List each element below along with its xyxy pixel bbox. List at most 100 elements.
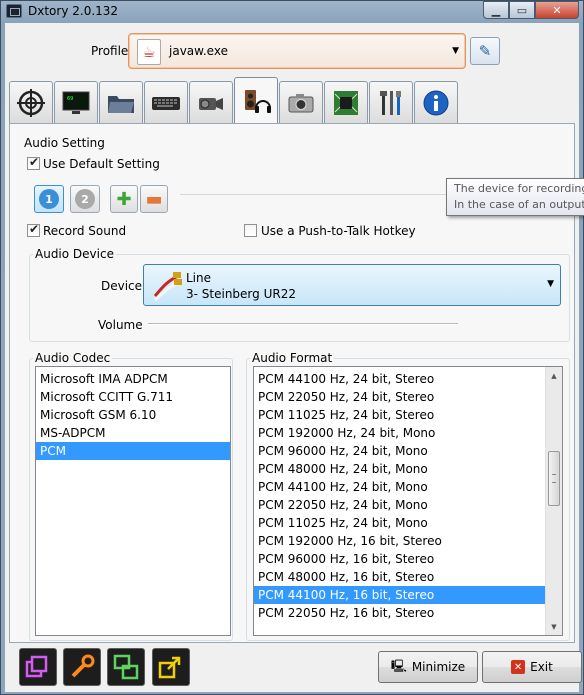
list-item[interactable]: PCM 44100 Hz, 24 bit, Mono	[254, 478, 545, 496]
plus-icon: ✚	[116, 188, 132, 210]
svg-text:69: 69	[67, 96, 73, 102]
list-item[interactable]: PCM 48000 Hz, 16 bit, Stereo	[254, 568, 545, 586]
keyboard-icon	[152, 96, 180, 110]
crosshair-icon	[17, 88, 45, 117]
tab-advanced[interactable]	[324, 81, 368, 123]
java-icon: ☕	[137, 39, 161, 65]
remove-slot-button[interactable]: ▬	[140, 185, 168, 213]
chevron-down-icon: ▼	[547, 279, 554, 289]
bottom-toolbar: 🖳 Minimize ✕ Exit	[9, 645, 582, 692]
tab-audio[interactable]	[234, 77, 278, 123]
audio-slot-2-label: 2	[75, 189, 95, 209]
info-icon	[423, 90, 449, 115]
tab-display[interactable]: 69	[54, 81, 98, 123]
push-to-talk-label: Use a Push-to-Talk Hotkey	[261, 224, 416, 238]
camera-icon	[288, 93, 314, 112]
list-item[interactable]: MS-ADPCM	[36, 424, 230, 442]
list-item[interactable]: Microsoft GSM 6.10	[36, 406, 230, 424]
add-slot-button[interactable]: ✚	[110, 185, 138, 213]
record-sound-checkbox[interactable]	[27, 222, 40, 237]
list-item[interactable]: PCM 44100 Hz, 16 bit, Stereo	[254, 586, 545, 604]
export-button[interactable]	[152, 648, 190, 686]
pencil-icon: ✎	[478, 42, 492, 60]
tab-hotkey[interactable]	[144, 81, 188, 123]
push-to-talk-checkbox[interactable]	[244, 224, 257, 237]
list-item[interactable]: PCM 22050 Hz, 16 bit, Stereo	[254, 604, 545, 622]
maximize-window-button[interactable]: ▭	[509, 1, 535, 19]
list-item[interactable]: Microsoft IMA ADPCM	[36, 370, 230, 388]
volume-slider[interactable]	[148, 323, 458, 325]
export-icon	[158, 656, 181, 679]
chip-icon	[334, 90, 358, 115]
list-item[interactable]: PCM 48000 Hz, 24 bit, Mono	[254, 460, 545, 478]
tooltip-line1: The device for recording.	[454, 182, 584, 195]
exit-icon: ✕	[511, 660, 526, 674]
audio-codec-title: Audio Codec	[33, 351, 113, 365]
layout-icon	[113, 654, 139, 680]
device-dropdown[interactable]: Line 3- Steinberg UR22 ▼	[143, 264, 561, 306]
list-item[interactable]: PCM 22050 Hz, 24 bit, Mono	[254, 496, 545, 514]
tab-movie[interactable]	[189, 81, 233, 123]
list-item[interactable]: PCM 44100 Hz, 24 bit, Stereo	[254, 370, 545, 388]
title-bar[interactable]: Dxtory 2.0.132 ▁ ▭ ✕	[1, 1, 583, 23]
tab-tools[interactable]	[369, 81, 413, 123]
folder-icon	[108, 95, 134, 113]
list-item[interactable]: PCM 192000 Hz, 16 bit, Stereo	[254, 532, 545, 550]
layout-button[interactable]	[107, 648, 145, 686]
monitor-icon: 69	[62, 91, 90, 114]
device-label: Device	[101, 279, 143, 293]
minimize-window-button[interactable]: ▁	[483, 1, 509, 19]
minimize-label: Minimize	[411, 660, 466, 674]
list-item[interactable]: PCM 96000 Hz, 16 bit, Stereo	[254, 550, 545, 568]
window-title: Dxtory 2.0.132	[28, 4, 119, 18]
tab-folder[interactable]	[99, 81, 143, 123]
exit-label: Exit	[530, 660, 553, 674]
scroll-down-icon[interactable]: ▼	[546, 618, 562, 635]
device-name-line1: Line	[186, 271, 212, 285]
audio-slot-2-button[interactable]: 2	[70, 185, 100, 213]
camcorder-icon	[199, 97, 223, 110]
list-item[interactable]: PCM 11025 Hz, 24 bit, Stereo	[254, 406, 545, 424]
list-item[interactable]: PCM 22050 Hz, 24 bit, Stereo	[254, 388, 545, 406]
list-item[interactable]: PCM	[36, 442, 230, 460]
use-default-setting-checkbox[interactable]	[27, 155, 40, 170]
minimize-button[interactable]: 🖳 Minimize	[378, 651, 478, 683]
tools-icon	[380, 90, 401, 115]
close-window-button[interactable]: ✕	[535, 1, 579, 19]
audio-codec-list[interactable]: Microsoft IMA ADPCM Microsoft CCITT G.711…	[35, 366, 231, 636]
tab-info[interactable]	[414, 81, 458, 123]
volume-label: Volume	[98, 318, 143, 332]
tooltip-line2: In the case of an output e	[454, 198, 584, 211]
scrollbar-thumb[interactable]	[548, 451, 560, 506]
tab-bar: 69	[9, 77, 459, 123]
format-scrollbar[interactable]: ▲ ▼	[545, 367, 562, 635]
profile-value: javaw.exe	[169, 44, 228, 58]
minus-icon: ▬	[145, 188, 163, 210]
exit-button[interactable]: ✕ Exit	[482, 651, 582, 683]
settings-button[interactable]	[63, 648, 101, 686]
tab-target[interactable]	[9, 81, 53, 123]
audio-slot-1-button[interactable]: 1	[34, 185, 64, 213]
chevron-down-icon: ▼	[452, 46, 459, 56]
windows-stack-icon	[25, 655, 48, 678]
list-item[interactable]: Microsoft CCITT G.711	[36, 388, 230, 406]
audio-format-title: Audio Format	[250, 351, 335, 365]
wrench-icon	[71, 654, 95, 678]
scroll-up-icon[interactable]: ▲	[546, 367, 562, 384]
audio-format-list[interactable]: PCM 44100 Hz, 24 bit, Stereo PCM 22050 Hz…	[253, 366, 563, 636]
audio-device-title: Audio Device	[33, 247, 116, 261]
audio-setting-title: Audio Setting	[24, 136, 105, 150]
use-default-setting-label: Use Default Setting	[43, 157, 160, 171]
list-item[interactable]: PCM 192000 Hz, 24 bit, Mono	[254, 424, 545, 442]
list-item[interactable]: PCM 11025 Hz, 24 bit, Mono	[254, 514, 545, 532]
record-sound-label: Record Sound	[43, 224, 127, 238]
app-icon	[6, 4, 22, 18]
audio-cable-icon	[153, 272, 182, 302]
edit-profile-button[interactable]: ✎	[470, 37, 500, 65]
list-item[interactable]: PCM 96000 Hz, 24 bit, Mono	[254, 442, 545, 460]
profile-dropdown[interactable]: ☕ javaw.exe ▼	[128, 33, 466, 69]
audio-slot-1-label: 1	[39, 189, 59, 209]
tab-screenshot[interactable]	[279, 81, 323, 123]
windows-button[interactable]	[19, 648, 57, 686]
profile-label: Profile	[91, 44, 129, 58]
